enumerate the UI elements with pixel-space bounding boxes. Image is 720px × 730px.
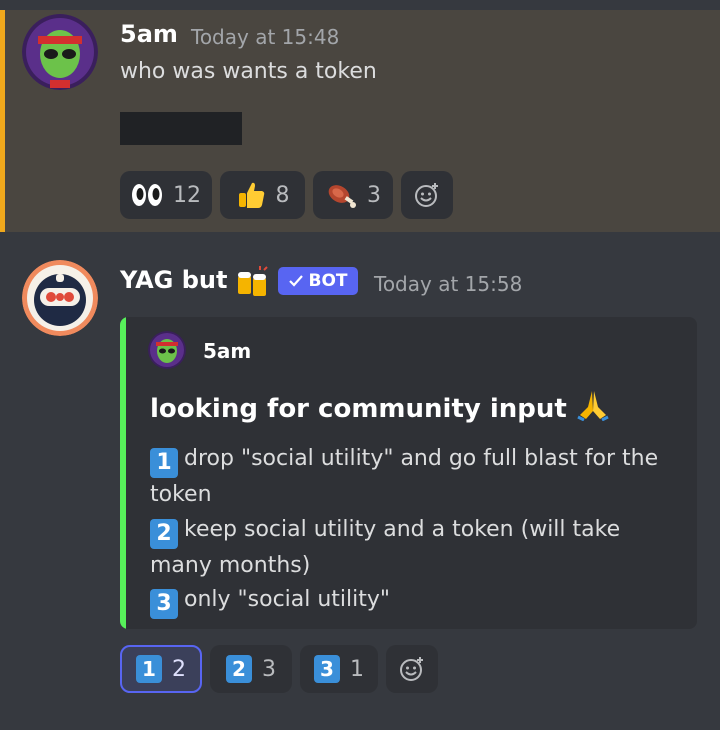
beer-mugs-icon <box>238 266 268 296</box>
poll-option-text: keep social utility and a token (will ta… <box>150 516 621 578</box>
reaction-count: 3 <box>262 656 276 682</box>
embed-color-bar <box>120 317 126 629</box>
message-timestamp: Today at 15:58 <box>374 272 523 296</box>
poll-option-text: drop "social utility" and go full blast … <box>150 446 659 507</box>
embed: 5am looking for community input 1 drop "s… <box>120 317 697 629</box>
bot-badge: BOT <box>278 267 358 295</box>
poll-option: 3 only "social utility" <box>150 583 680 619</box>
reaction-count: 8 <box>275 182 290 208</box>
redacted-content <box>120 112 242 145</box>
alien-avatar-icon <box>22 14 98 90</box>
reaction-count: 1 <box>350 656 364 682</box>
reaction-count: 3 <box>367 182 381 208</box>
reaction-thumbs-up[interactable]: 8 <box>220 171 305 219</box>
message-text: who was wants a token <box>120 59 377 84</box>
add-reaction-icon <box>415 183 438 207</box>
folded-hands-icon <box>577 391 609 422</box>
add-reaction-icon <box>400 657 423 681</box>
embed-author-name[interactable]: 5am <box>203 339 251 363</box>
reaction-meat[interactable]: 3 <box>313 171 393 219</box>
keycap-icon: 2 <box>226 655 252 683</box>
embed-author-avatar[interactable] <box>148 331 186 369</box>
message-author[interactable]: 5am <box>120 20 178 48</box>
robot-avatar-icon <box>22 260 98 336</box>
bot-avatar[interactable] <box>22 260 98 336</box>
poll-option: 1 drop "social utility" and go full blast… <box>150 442 680 513</box>
meat-on-bone-icon <box>328 185 356 208</box>
eyes-icon <box>132 184 162 206</box>
poll-option-text: only "social utility" <box>184 587 391 612</box>
embed-title: looking for community input <box>150 389 610 424</box>
embed-description: 1 drop "social utility" and go full blast… <box>150 442 680 619</box>
reaction-count: 2 <box>172 656 186 682</box>
top-strip <box>0 0 720 10</box>
add-reaction-button[interactable] <box>401 171 453 219</box>
keycap-icon: 2 <box>150 518 178 549</box>
keycap-icon: 3 <box>314 655 340 683</box>
keycap-icon: 1 <box>150 448 178 478</box>
message-author[interactable]: YAG but <box>120 266 227 294</box>
add-reaction-button[interactable] <box>386 645 438 693</box>
reaction-count: 12 <box>173 182 201 208</box>
reaction-eyes[interactable]: 12 <box>120 171 212 219</box>
bot-badge-label: BOT <box>308 271 348 291</box>
message-timestamp: Today at 15:48 <box>191 25 340 49</box>
thumbs-up-icon <box>238 182 264 208</box>
embed-title-text: looking for community input <box>150 394 567 424</box>
mention-highlight-bar <box>0 10 5 232</box>
avatar[interactable] <box>22 14 98 90</box>
reaction-keycap-3[interactable]: 3 1 <box>300 645 378 693</box>
verified-check-icon <box>289 275 304 287</box>
keycap-icon: 1 <box>136 655 162 683</box>
poll-option: 2 keep social utility and a token (will t… <box>150 513 680 584</box>
alien-avatar-icon <box>148 331 186 369</box>
author-name: YAG but <box>120 266 228 294</box>
reaction-keycap-1[interactable]: 1 2 <box>120 645 202 693</box>
reaction-keycap-2[interactable]: 2 3 <box>210 645 292 693</box>
keycap-icon: 3 <box>150 589 178 619</box>
